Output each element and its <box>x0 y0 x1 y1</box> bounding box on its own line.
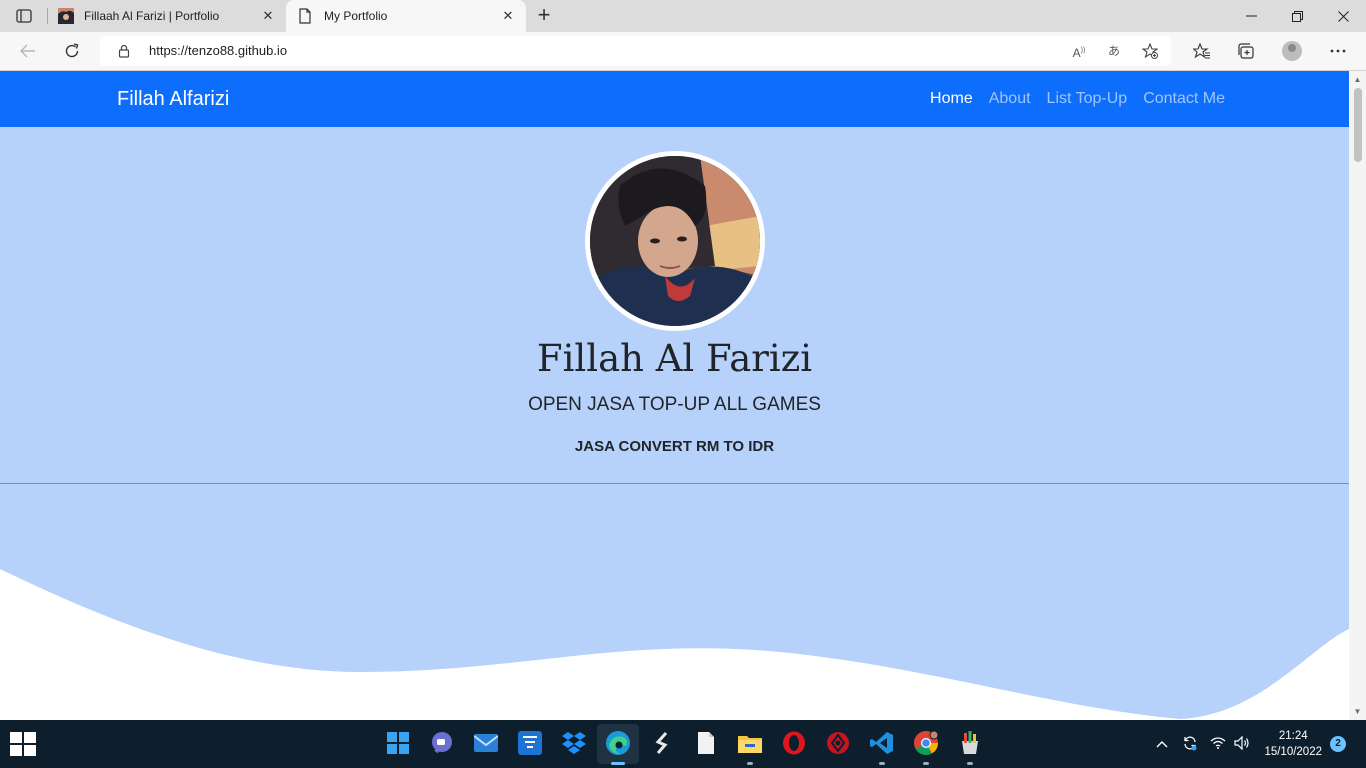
scroll-down-arrow-icon[interactable]: ▼ <box>1353 707 1362 716</box>
tab-close-icon[interactable]: ✕ <box>260 8 276 24</box>
windows-taskbar: 21:24 15/10/2022 2 <box>0 720 1366 768</box>
window-controls <box>1228 0 1366 32</box>
close-window-button[interactable] <box>1320 0 1366 32</box>
chrome-icon[interactable] <box>913 730 939 756</box>
chrome-running-indicator <box>923 762 929 765</box>
scrollbar-thumb[interactable] <box>1354 88 1362 162</box>
page-viewport: Fillah Alfarizi Home About List Top-Up C… <box>0 71 1349 720</box>
read-aloud-icon[interactable]: A)) <box>1070 43 1088 60</box>
nav-home[interactable]: Home <box>930 90 973 108</box>
profile-avatar[interactable] <box>1282 41 1302 61</box>
show-hidden-icons-chevron-icon[interactable] <box>1156 737 1168 751</box>
explorer-running-indicator <box>747 762 753 765</box>
start-menu-icon[interactable] <box>385 730 411 756</box>
edge-running-indicator <box>611 762 625 765</box>
hero-divider <box>0 483 1349 484</box>
more-options-icon[interactable] <box>1328 41 1348 61</box>
store-app-icon[interactable] <box>517 730 543 756</box>
add-favorite-icon[interactable] <box>1141 42 1159 59</box>
clock-date: 15/10/2022 <box>1264 746 1322 758</box>
hero-section: Fillah Al Farizi OPEN JASA TOP-UP ALL GA… <box>0 127 1349 720</box>
refresh-button[interactable] <box>60 40 84 62</box>
nav-contact-me[interactable]: Contact Me <box>1143 90 1225 108</box>
wave-decoration <box>0 569 1349 720</box>
vscode-icon[interactable] <box>869 730 895 756</box>
site-navbar: Fillah Alfarizi Home About List Top-Up C… <box>0 71 1349 127</box>
edge-icon[interactable] <box>605 730 631 756</box>
nav-about[interactable]: About <box>989 90 1031 108</box>
lock-icon[interactable] <box>118 44 130 63</box>
hero-subtitle: JASA CONVERT RM TO IDR <box>574 438 775 455</box>
new-tab-button[interactable]: + <box>532 4 556 28</box>
address-bar[interactable]: https://tenzo88.github.io A)) あ <box>100 36 1171 66</box>
notification-badge[interactable]: 2 <box>1330 736 1346 752</box>
tab-portfolio-photo[interactable]: Fillaah Al Farizi | Portfolio ✕ <box>48 0 286 32</box>
paint-running-indicator <box>967 762 973 765</box>
windows-start-icon[interactable] <box>10 732 36 756</box>
browser-toolbar: https://tenzo88.github.io A)) あ <box>0 32 1366 71</box>
volume-icon[interactable] <box>1234 735 1250 753</box>
hero-tagline: OPEN JASA TOP-UP ALL GAMES <box>528 394 821 415</box>
scroll-up-arrow-icon[interactable]: ▲ <box>1353 75 1362 84</box>
sublime-text-icon[interactable] <box>649 730 675 756</box>
nav-links: Home About List Top-Up Contact Me <box>930 90 1225 108</box>
mail-icon[interactable] <box>473 730 499 756</box>
collections-icon[interactable] <box>1236 41 1256 61</box>
taskbar-clock[interactable]: 21:24 15/10/2022 <box>1264 728 1322 760</box>
tab-actions-icon[interactable] <box>12 6 36 26</box>
tab-my-portfolio[interactable]: My Portfolio ✕ <box>286 0 526 32</box>
hero-name: Fillah Al Farizi <box>536 337 813 380</box>
page-icon <box>298 8 314 24</box>
profile-favicon-icon <box>58 8 74 24</box>
tab-close-icon[interactable]: ✕ <box>500 8 516 24</box>
dropbox-icon[interactable] <box>561 730 587 756</box>
back-button[interactable] <box>16 40 40 62</box>
profile-photo <box>585 151 765 331</box>
clock-time: 21:24 <box>1278 730 1308 742</box>
nav-list-top-up[interactable]: List Top-Up <box>1047 90 1128 108</box>
browser-tab-bar: Fillaah Al Farizi | Portfolio ✕ My Portf… <box>0 0 1366 32</box>
file-explorer-icon[interactable] <box>737 730 763 756</box>
tab-title: My Portfolio <box>324 9 388 23</box>
tab-title: Fillaah Al Farizi | Portfolio <box>84 9 220 23</box>
translate-icon[interactable]: あ <box>1105 43 1123 59</box>
paint-app-icon[interactable] <box>957 730 983 756</box>
url-text[interactable]: https://tenzo88.github.io <box>149 43 287 58</box>
site-brand[interactable]: Fillah Alfarizi <box>117 88 229 111</box>
vscode-running-indicator <box>879 762 885 765</box>
minimize-button[interactable] <box>1228 0 1274 32</box>
teams-chat-icon[interactable] <box>429 730 455 756</box>
game-app-icon[interactable] <box>825 730 851 756</box>
system-tray <box>1156 720 1250 768</box>
page-scrollbar[interactable]: ▲ ▼ <box>1349 71 1366 720</box>
wifi-icon[interactable] <box>1210 736 1226 752</box>
opera-icon[interactable] <box>781 730 807 756</box>
notepad-icon[interactable] <box>693 730 719 756</box>
favorites-icon[interactable] <box>1192 41 1212 61</box>
restore-button[interactable] <box>1274 0 1320 32</box>
sync-icon[interactable] <box>1182 735 1198 754</box>
